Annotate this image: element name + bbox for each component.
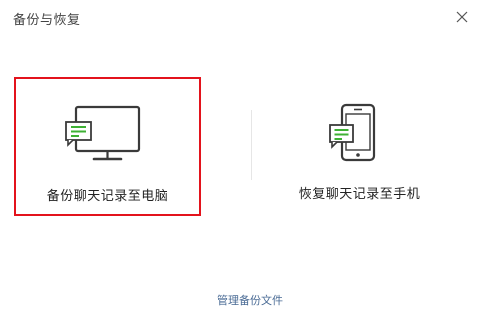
monitor-chat-icon [16,105,199,165]
restore-to-phone-option[interactable]: 恢复聊天记录至手机 [266,77,453,216]
backup-restore-window: 备份与恢复 备份聊天记录至电脑 恢复聊天记录至手机 管理备份文件 [0,0,500,336]
backup-to-pc-label: 备份聊天记录至电脑 [46,189,169,204]
close-button[interactable] [452,7,472,27]
option-divider [251,110,252,180]
window-title: 备份与恢复 [13,13,81,28]
close-icon [456,11,468,23]
phone-chat-icon [266,103,453,163]
title-bar: 备份与恢复 [0,0,500,36]
backup-to-pc-option[interactable]: 备份聊天记录至电脑 [14,77,201,216]
manage-backup-files-link[interactable]: 管理备份文件 [0,292,500,308]
restore-to-phone-label: 恢复聊天记录至手机 [298,187,421,202]
